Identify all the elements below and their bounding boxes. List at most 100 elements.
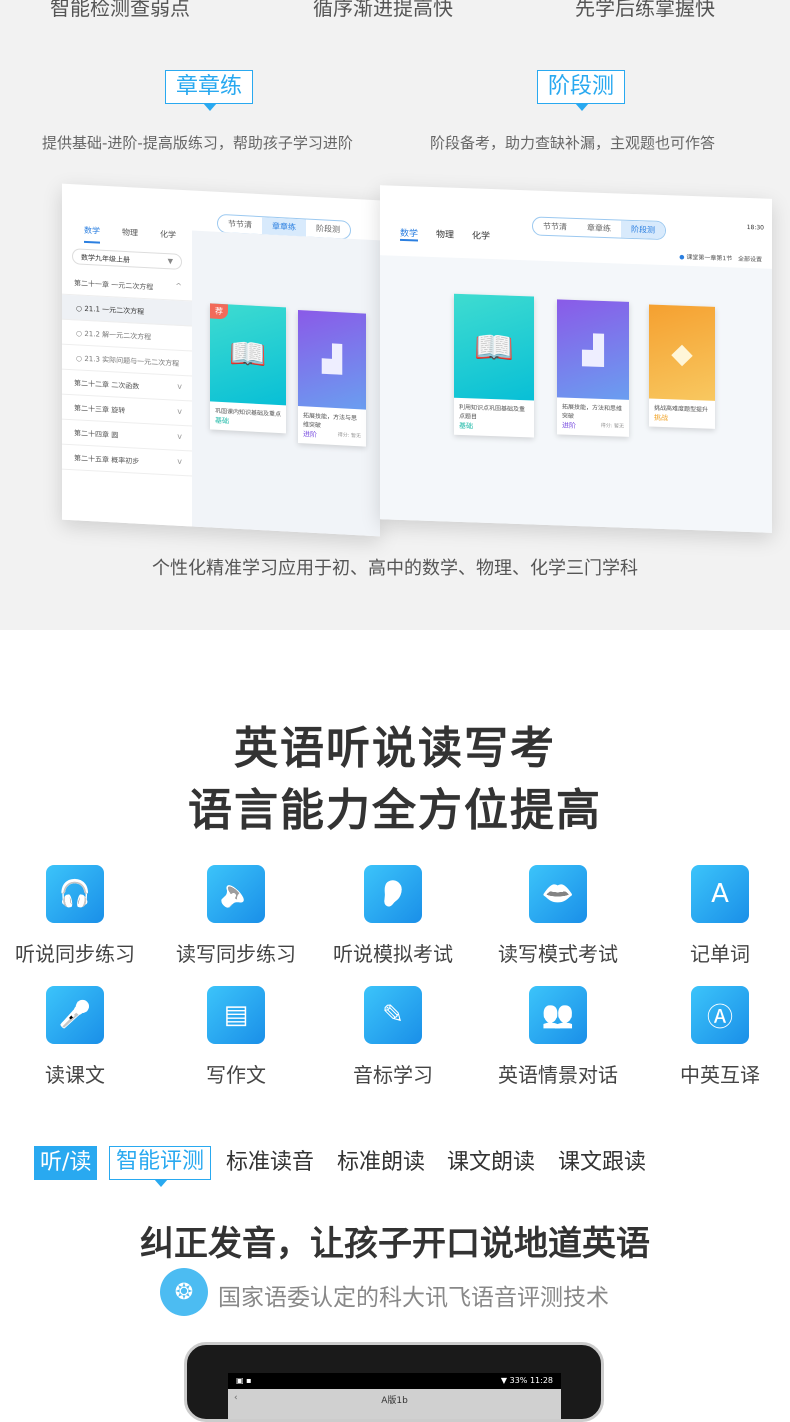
- wifi-icon: ▼: [500, 1376, 508, 1385]
- location-text: 课堂第一章第1节: [686, 253, 733, 263]
- card-score: 得分: 暂无: [337, 432, 361, 440]
- tech-text: 国家语委认定的科大讯飞语音评测技术: [218, 1285, 609, 1311]
- top-section: 智能检测查弱点 循序渐进提高快 先学后练掌握快 章章练 阶段测 提供基础-进阶-…: [0, 0, 790, 630]
- segment-item[interactable]: 阶段测: [621, 220, 665, 240]
- people-icon[interactable]: 👥: [529, 986, 587, 1044]
- settings-dropdown[interactable]: 全部设置: [738, 256, 762, 264]
- card-text: 利用知识点巩固基础及重点题目: [459, 403, 526, 421]
- card-text: 拓展技能，方法和思维突破: [562, 403, 623, 420]
- subject-tab[interactable]: 数学: [84, 224, 100, 244]
- card-score: 得分: 暂无: [600, 422, 624, 430]
- chapter-label: 第二十三章 旋转: [74, 404, 126, 415]
- english-title-line1: 英语听说读写考: [234, 723, 556, 774]
- chevron-icon: ^: [175, 281, 182, 291]
- feature-label[interactable]: 读写模式考试: [478, 938, 638, 967]
- lips-icon[interactable]: 👄: [529, 865, 587, 923]
- subject-tab[interactable]: 物理: [436, 227, 454, 243]
- card-level: 挑战: [654, 413, 668, 423]
- phonetic-pen-icon[interactable]: ✎: [364, 986, 422, 1044]
- feature-label[interactable]: 记单词: [640, 938, 790, 967]
- clock: 11:28: [529, 1376, 553, 1385]
- subject-tab[interactable]: 物理: [122, 227, 138, 246]
- feature-label[interactable]: 音标学习: [313, 1059, 473, 1088]
- card-image: ▟: [298, 310, 366, 410]
- card-area: 📖 利用知识点巩固基础及重点题目 基础 ▟ 拓展技能，方法和思维突破 进阶 得分…: [380, 255, 772, 533]
- practice-card[interactable]: 荐 📖 巩固课内知识基础及重点 基础: [210, 303, 286, 434]
- card-image: ◆: [649, 304, 715, 401]
- headphones-icon[interactable]: 🎧: [46, 865, 104, 923]
- subject-tabs: 数学 物理 化学: [400, 225, 490, 244]
- chapter-label: 21.3 实际问题与一元二次方程: [84, 354, 180, 368]
- steps-icon: ▟: [322, 344, 342, 376]
- card-level: 基础: [215, 416, 229, 426]
- feature-text: 先学后练掌握快: [575, 0, 715, 20]
- status-time: 18:30: [746, 223, 764, 232]
- tag-primary[interactable]: 听/读: [34, 1146, 98, 1180]
- feature-text: 循序渐进提高快: [313, 0, 453, 20]
- book-select-value: 数学九年级上册: [81, 253, 130, 265]
- english-title-line2: 语言能力全方位提高: [188, 785, 602, 836]
- tablet-status-bar: ▣ ▪ ▼ 33% 11:28: [228, 1373, 561, 1389]
- tablet-frame: ▣ ▪ ▼ 33% 11:28 ‹ A版1b: [184, 1342, 604, 1422]
- tag-item[interactable]: 课文朗读: [447, 1146, 535, 1180]
- mode-desc: 阶段备考，助力查缺补漏，主观题也可作答: [430, 134, 716, 152]
- chapter-label: 第二十四章 圆: [74, 429, 119, 440]
- location-pin-icon: ●: [679, 253, 685, 261]
- chapter-label: 第二十五章 概率初步: [74, 454, 140, 466]
- word-book-icon[interactable]: A: [691, 865, 749, 923]
- chapter-label: 21.1 一元二次方程: [84, 304, 145, 316]
- chevron-icon: v: [177, 431, 182, 441]
- chapter-label: 第二十一章 一元二次方程: [74, 279, 154, 292]
- headline: 纠正发音，让孩子开口说地道英语: [140, 1224, 650, 1264]
- feature-label[interactable]: 听说同步练习: [0, 938, 155, 967]
- status-icons: ▣ ▪: [236, 1376, 252, 1385]
- speaker-icon[interactable]: 🔈: [207, 865, 265, 923]
- card-image: ▟: [557, 299, 629, 400]
- book-select[interactable]: 数学九年级上册 ▼: [72, 248, 182, 270]
- app-title: A版1b: [381, 1396, 408, 1406]
- card-image: 📖: [454, 293, 534, 401]
- mockup-stage-test: 节节清 章章练 阶段测 18:30 数学 物理 化学 ● 课堂第一章第1节 全部…: [380, 185, 772, 533]
- documents-icon[interactable]: ▤: [207, 986, 265, 1044]
- segment-item[interactable]: 节节清: [533, 217, 577, 236]
- tag-item[interactable]: 标准读音: [226, 1146, 314, 1180]
- mode-desc: 提供基础-进阶-提高版练习，帮助孩子学习进阶: [42, 134, 353, 152]
- feature-label[interactable]: 读写同步练习: [156, 938, 316, 967]
- subject-tab[interactable]: 数学: [400, 225, 419, 242]
- tag-item[interactable]: 课文跟读: [558, 1146, 646, 1180]
- practice-card[interactable]: ▟ 拓展技能，方法和思维突破 进阶 得分: 暂无: [557, 299, 629, 437]
- subject-tab[interactable]: 化学: [472, 228, 490, 244]
- mode-bubble-chapter: 章章练: [165, 70, 254, 111]
- back-icon[interactable]: ‹: [234, 1393, 238, 1403]
- mockup-chapter-practice: 节节清 章章练 阶段测 数学 物理 化学 数学九年级上册 ▼ 第二十一章 一元二次…: [62, 183, 380, 537]
- chapter-label: 21.2 解一元二次方程: [84, 329, 152, 342]
- practice-card[interactable]: ◆ 挑战高难度题型提升 挑战: [649, 304, 715, 429]
- microphone-icon[interactable]: 🎤: [46, 986, 104, 1044]
- feature-label[interactable]: 听说模拟考试: [313, 938, 473, 967]
- card-level: 进阶: [562, 421, 576, 430]
- card-level: 进阶: [303, 430, 317, 440]
- mode-bubble-stage: 阶段测: [537, 70, 626, 111]
- chevron-icon: v: [177, 381, 182, 391]
- steps-icon: ▟: [582, 332, 604, 367]
- card-level: 基础: [459, 421, 473, 431]
- chevron-icon: v: [177, 406, 182, 416]
- chapter-sidebar: 数学 物理 化学 数学九年级上册 ▼ 第二十一章 一元二次方程 ^ ○ 21.1 一元…: [62, 223, 192, 531]
- feature-label[interactable]: 写作文: [156, 1059, 316, 1088]
- practice-card[interactable]: ▟ 拓展技能，方法与思维突破 进阶 得分: 暂无: [298, 310, 366, 447]
- segment-item[interactable]: 章章练: [577, 219, 621, 238]
- feature-label[interactable]: 读课文: [0, 1059, 155, 1088]
- chevron-down-icon: ▼: [167, 257, 173, 266]
- card-area: 荐 📖 巩固课内知识基础及重点 基础 ▟ 拓展技能，方法与思维突破 进阶 得分: …: [192, 230, 380, 537]
- subject-tab[interactable]: 化学: [160, 229, 176, 248]
- ear-icon[interactable]: 👂: [364, 865, 422, 923]
- feature-label[interactable]: 中英互译: [640, 1059, 790, 1088]
- chevron-icon: v: [177, 456, 182, 466]
- translate-icon[interactable]: Ⓐ: [691, 986, 749, 1044]
- tag-selected[interactable]: 智能评测: [109, 1146, 212, 1187]
- voice-wave-icon: ❂: [160, 1268, 208, 1316]
- practice-card[interactable]: 📖 利用知识点巩固基础及重点题目 基础: [454, 293, 534, 438]
- tag-item[interactable]: 标准朗读: [337, 1146, 425, 1180]
- location-settings[interactable]: ● 课堂第一章第1节 全部设置: [679, 252, 762, 264]
- feature-label[interactable]: 英语情景对话: [478, 1059, 638, 1088]
